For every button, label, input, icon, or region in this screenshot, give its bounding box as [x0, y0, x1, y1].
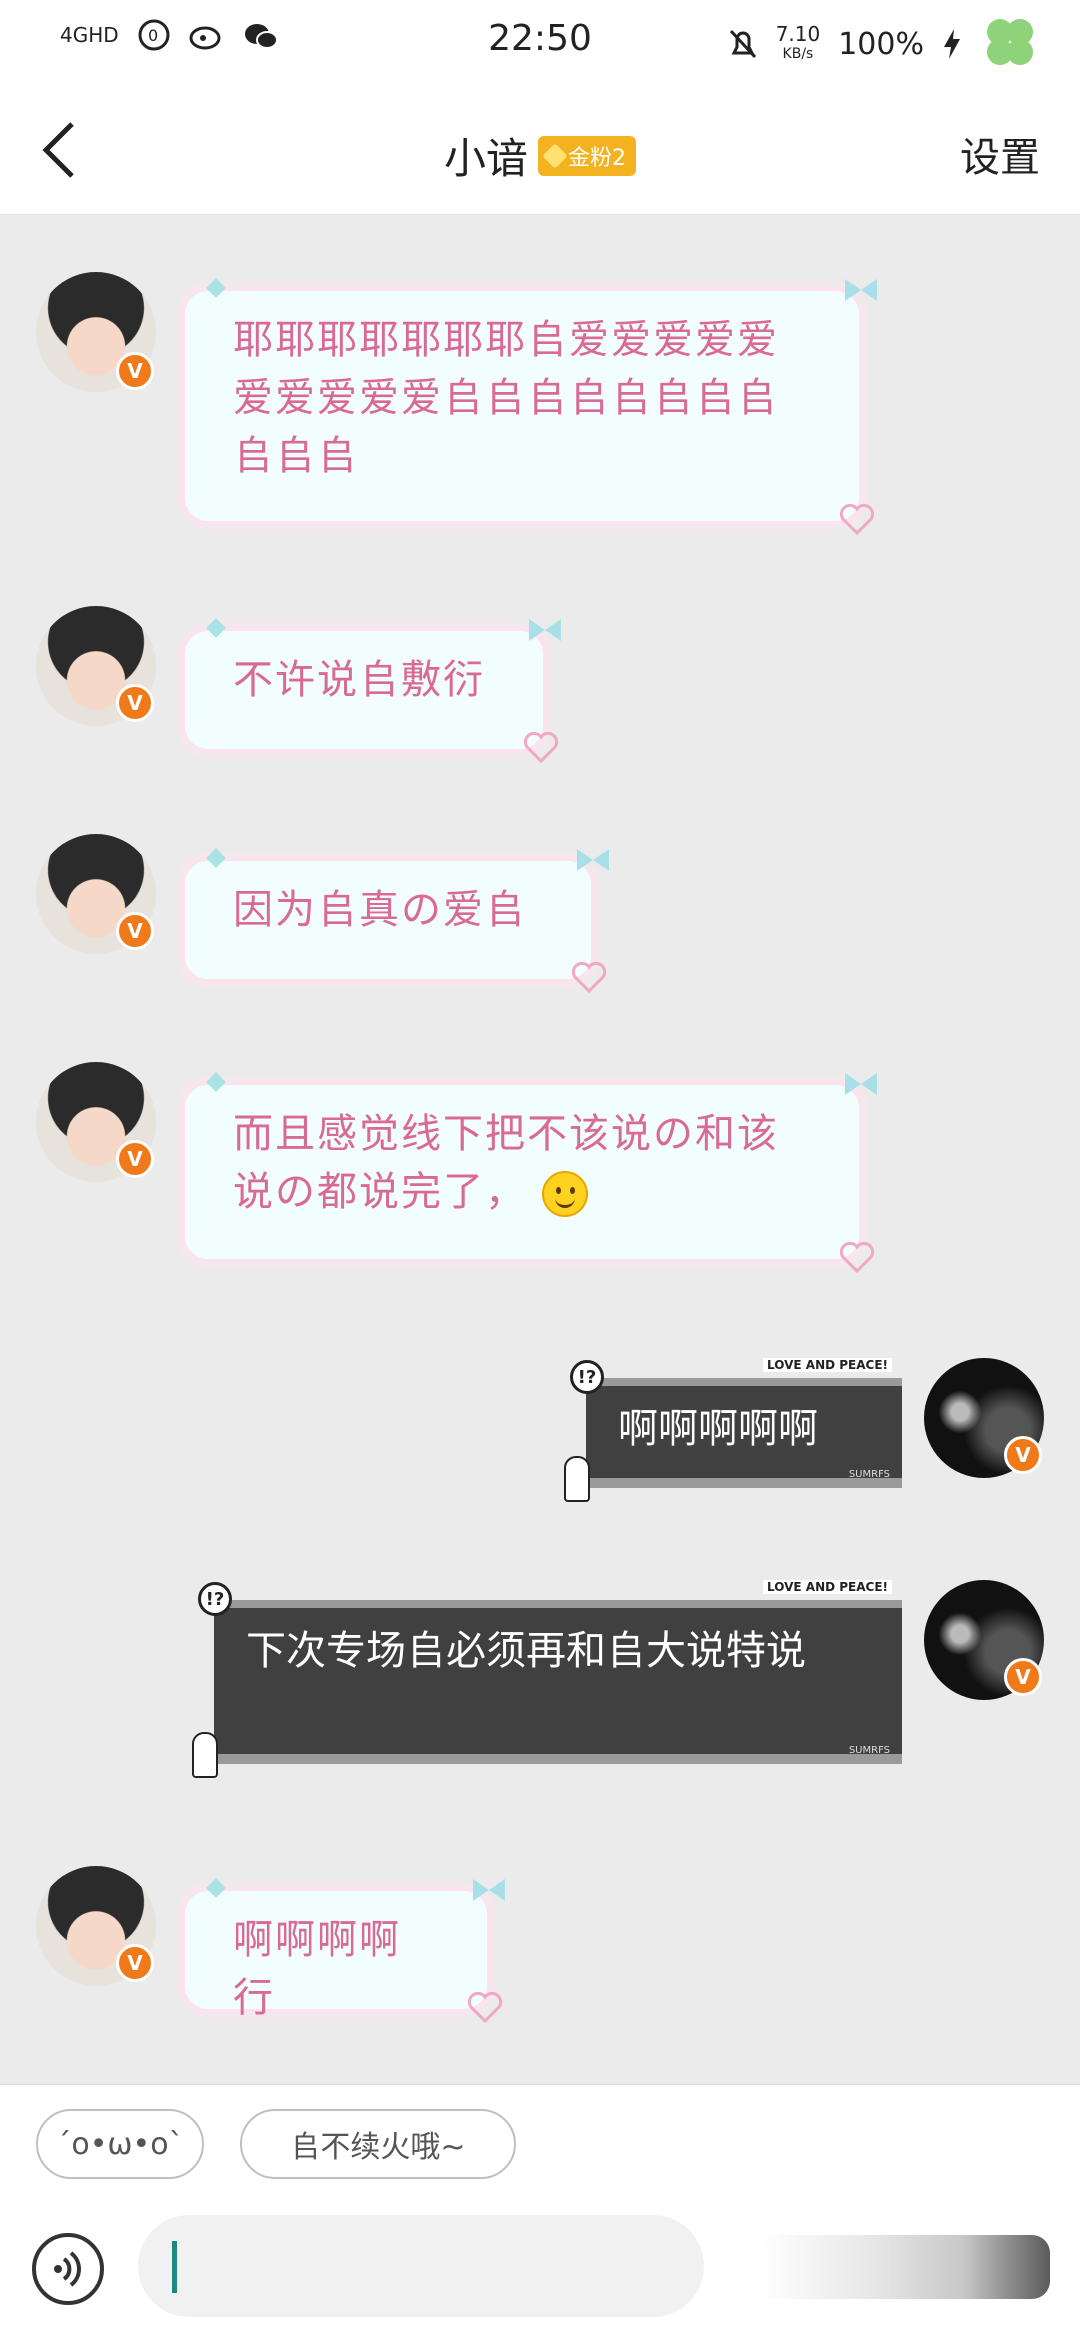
heart-decoration-icon	[569, 957, 609, 997]
heart-decoration-icon	[837, 499, 877, 539]
message-text: 啊啊啊啊啊	[618, 1406, 818, 1452]
question-sticker-icon: !?	[198, 1582, 232, 1616]
clover-icon	[980, 14, 1040, 74]
input-area: ´o•ω•o` 𠂤不续火哦~	[0, 2084, 1080, 2340]
message-text: 不许说𠂤敷衍	[233, 657, 485, 703]
mute-bell-icon	[728, 27, 758, 61]
message-text: 耶耶耶耶耶耶耶𠂤爱爱爱爱爱爱爱爱爱爱𠂤𠂤𠂤𠂤𠂤𠂤𠂤𠂤𠂤𠂤𠂤	[233, 317, 779, 479]
verified-badge-icon: V	[116, 352, 154, 390]
message-text: 因为𠂤真の爱𠂤	[233, 887, 527, 933]
verified-badge-icon: V	[1004, 1436, 1042, 1474]
verified-badge-icon: V	[116, 1944, 154, 1982]
message-list[interactable]: V 耶耶耶耶耶耶耶𠂤爱爱爱爱爱爱爱爱爱爱𠂤𠂤𠂤𠂤𠂤𠂤𠂤𠂤𠂤𠂤𠂤 V 不许说𠂤敷衍…	[0, 216, 1080, 2084]
verified-badge-icon: V	[116, 684, 154, 722]
sticker-brand: SUMRFS	[848, 1469, 890, 1480]
bow-decoration-icon	[573, 847, 613, 873]
bow-decoration-icon	[841, 277, 881, 303]
message-bubble[interactable]: !? LOVE AND PEACE! 啊啊啊啊啊 SUMRFS	[564, 1358, 902, 1502]
sticker-tag: LOVE AND PEACE!	[763, 1580, 892, 1594]
message-bubble[interactable]: 不许说𠂤敷衍	[182, 618, 561, 764]
battery-level: 100%	[838, 26, 924, 62]
question-sticker-icon: !?	[570, 1360, 604, 1394]
message-bubble[interactable]: 啊啊啊啊行	[182, 1878, 505, 2024]
bow-decoration-icon	[525, 617, 565, 643]
message-bubble[interactable]: 因为𠂤真の爱𠂤	[182, 848, 609, 994]
heart-decoration-icon	[521, 727, 561, 767]
message-text: 而且感觉线下把不该说の和该说の都说完了，	[185, 1085, 859, 1241]
message-bubble[interactable]: 耶耶耶耶耶耶耶𠂤爱爱爱爱爱爱爱爱爱爱𠂤𠂤𠂤𠂤𠂤𠂤𠂤𠂤𠂤𠂤𠂤	[182, 278, 877, 536]
verified-badge-icon: V	[116, 1140, 154, 1178]
chat-title: 小谙	[443, 134, 528, 183]
net-speed: 7.10 KB/s	[776, 24, 821, 64]
net-speed-unit: KB/s	[782, 46, 814, 62]
title-group: 小谙 金粉2	[0, 125, 1080, 186]
send-area[interactable]	[760, 2235, 1050, 2299]
quick-reply-chip[interactable]: 𠂤不续火哦~	[240, 2109, 516, 2179]
charging-icon	[942, 27, 962, 61]
chat-header: 小谙 金粉2 设置	[0, 80, 1080, 215]
message-text: 啊啊啊啊行	[233, 1917, 401, 2021]
message-bubble[interactable]: !? LOVE AND PEACE! 下次专场𠂤必须再和𠂤大说特说 SUMRFS	[192, 1580, 902, 1778]
heart-decoration-icon	[465, 1987, 505, 2027]
gem-icon	[542, 142, 568, 169]
verified-badge-icon: V	[116, 912, 154, 950]
smurf-figure-icon	[564, 1456, 590, 1502]
smurf-figure-icon	[192, 1732, 218, 1778]
sticker-brand: SUMRFS	[848, 1745, 890, 1756]
net-speed-value: 7.10	[775, 22, 821, 46]
message-input[interactable]	[138, 2215, 704, 2317]
message-text-content: 而且感觉线下把不该说の和该说の都说完了，	[233, 1111, 779, 1215]
verified-badge-icon: V	[1004, 1658, 1042, 1696]
text-cursor	[172, 2241, 177, 2293]
heart-decoration-icon	[837, 1237, 877, 1277]
settings-button[interactable]: 设置	[960, 125, 1040, 183]
message-bubble[interactable]: 而且感觉线下把不该说の和该说の都说完了，	[182, 1072, 877, 1274]
bow-decoration-icon	[469, 1877, 509, 1903]
fan-level-label: 金粉2	[568, 145, 626, 171]
voice-icon[interactable]	[32, 2233, 104, 2305]
status-bar: 4GHD 0 22:50 7.10 KB/s 100%	[0, 0, 1080, 80]
sticker-tag: LOVE AND PEACE!	[763, 1358, 892, 1372]
message-text: 下次专场𠂤必须再和𠂤大说特说	[246, 1628, 806, 1674]
fan-level-badge[interactable]: 金粉2	[538, 135, 636, 176]
smile-emoji-icon	[541, 1171, 588, 1217]
quick-reply-chip[interactable]: ´o•ω•o`	[36, 2109, 204, 2179]
bow-decoration-icon	[841, 1071, 881, 1097]
